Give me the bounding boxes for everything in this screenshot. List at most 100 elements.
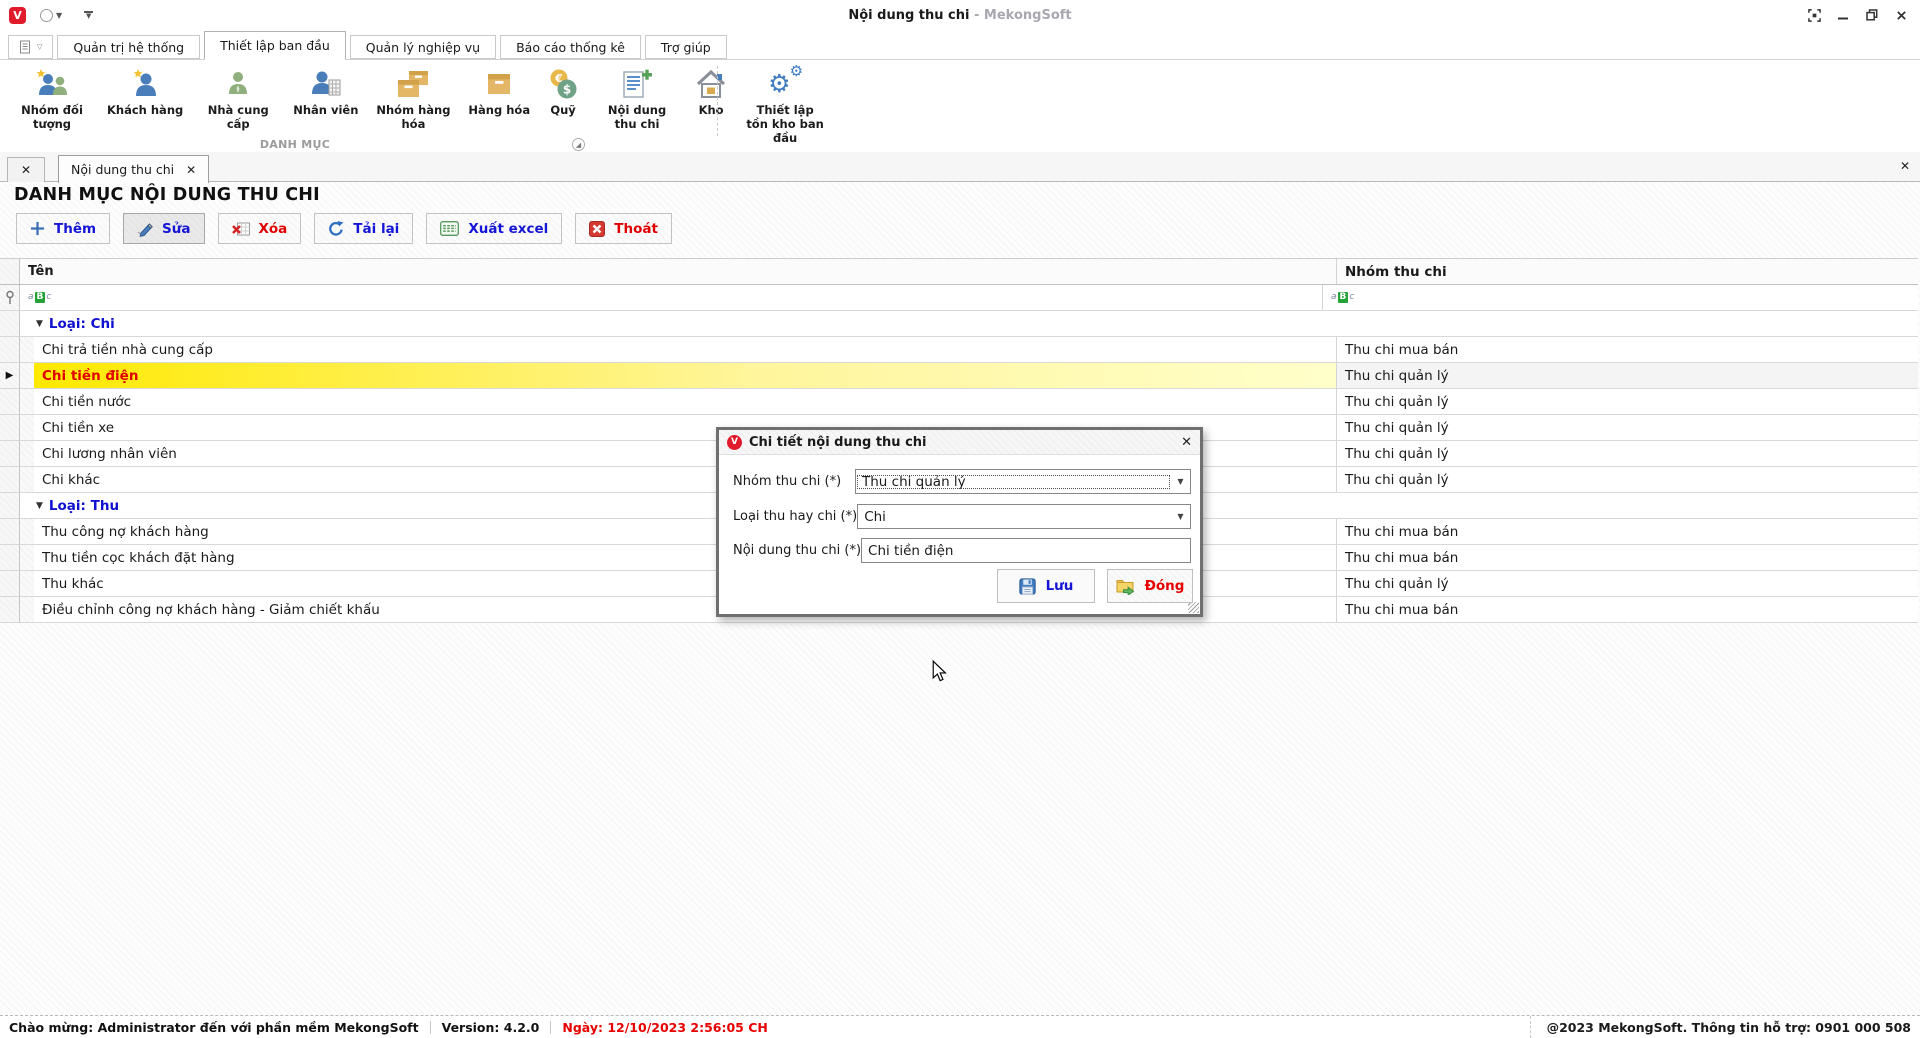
row-indicator: ▶: [0, 363, 20, 388]
column-header-nhom-thu-chi[interactable]: Nhóm thu chi: [1337, 259, 1918, 284]
row-indicator: [0, 493, 20, 518]
ribbon-item-coins[interactable]: € $ Quỹ: [537, 64, 589, 118]
group-row-label: Loại: Thu: [48, 497, 120, 514]
ribbon-item-label: Nhân viên: [293, 103, 359, 117]
dialog-close-icon[interactable]: ✕: [1181, 435, 1192, 450]
close-all-tabs-button[interactable]: ✕: [7, 157, 45, 182]
table-row[interactable]: ▶ Chi tiền điện Thu chi quản lý: [0, 363, 1918, 389]
toolbar-button-refresh[interactable]: Tải lại: [314, 213, 414, 244]
toolbar-button-label: Sửa: [162, 220, 191, 237]
table-row[interactable]: Chi tiền nước Thu chi quản lý: [0, 389, 1918, 415]
dialog-header[interactable]: V Chi tiết nội dung thu chi ✕: [719, 430, 1200, 455]
cell-nhom-thu-chi[interactable]: Thu chi quản lý: [1337, 389, 1918, 414]
tab-close-icon[interactable]: ✕: [186, 163, 196, 177]
ribbon-item-label: Nhóm đối tượng: [21, 103, 83, 131]
grid-filter-row: aBc aBc: [0, 285, 1918, 311]
status-welcome: Chào mừng: Administrator đến với phần mề…: [9, 1019, 419, 1035]
row-indicator: [0, 311, 20, 336]
status-support: @2023 MekongSoft. Thông tin hỗ trợ: 0901…: [1529, 1016, 1920, 1038]
quick-access-customize-icon[interactable]: ▼: [84, 11, 94, 20]
cell-nhom-thu-chi[interactable]: Thu chi quản lý: [1337, 441, 1918, 466]
toolbar-button-exit[interactable]: Thoát: [575, 213, 672, 244]
combo-field[interactable]: Thu chi quản lý ▼: [855, 469, 1191, 494]
toolbar-button-delete-table[interactable]: Xóa: [217, 213, 302, 244]
app-logo-icon: V: [9, 6, 26, 24]
ribbon-group-label: DANH MỤC: [259, 138, 331, 151]
tab-noi-dung-thu-chi[interactable]: Nội dung thu chi ✕: [58, 155, 210, 183]
minimize-icon[interactable]: [1836, 8, 1850, 22]
status-separator: [429, 1020, 431, 1034]
folder-go-icon: [1116, 578, 1135, 595]
ribbon-item-box[interactable]: Hàng hóa: [461, 64, 537, 118]
status-bar: Chào mừng: Administrator đến với phần mề…: [0, 1015, 1920, 1038]
ribbon-panel: Nhóm đối tượng Khách hàng Nhà cung cấp Nhân…: [0, 60, 1920, 152]
cell-ten[interactable]: Chi tiền điện: [34, 363, 1337, 388]
cell-ten[interactable]: Chi tiền nước: [34, 389, 1337, 414]
text-field[interactable]: Chi tiền điện: [861, 538, 1191, 563]
combo-dropdown-icon[interactable]: ▼: [1171, 505, 1190, 528]
auto-filter-icon: aBc: [1331, 292, 1355, 303]
field-label: Nhóm thu chi (*): [733, 474, 842, 489]
ribbon-item-boxes[interactable]: Nhóm hàng hóa: [365, 64, 461, 132]
close-icon[interactable]: [1894, 8, 1908, 22]
ribbon-tab[interactable]: Quản trị hệ thống: [57, 35, 201, 59]
group-indent: [20, 337, 34, 362]
ribbon-item-house[interactable]: Kho: [685, 64, 737, 118]
combo-dropdown-icon[interactable]: ▼: [1171, 470, 1190, 493]
dialog-resize-grip[interactable]: [1188, 602, 1199, 613]
ribbon-group-collapse-icon[interactable]: ◢: [572, 138, 585, 151]
group-indent: [20, 363, 34, 388]
field-label: Loại thu hay chi (*): [733, 509, 858, 524]
combo-field[interactable]: Chi ▼: [857, 504, 1191, 529]
ribbon-item-person-star[interactable]: Khách hàng: [100, 64, 190, 118]
ribbon-tab[interactable]: Thiết lập ban đầu: [204, 31, 346, 60]
window-controls: [1807, 0, 1908, 30]
group-row[interactable]: ▼ Loại: Chi: [0, 311, 1918, 337]
table-row[interactable]: Chi trả tiền nhà cung cấp Thu chi mua bán: [0, 337, 1918, 363]
filter-cell-nhom[interactable]: aBc: [1323, 285, 1918, 310]
cell-nhom-thu-chi[interactable]: Thu chi mua bán: [1337, 597, 1918, 622]
dialog-button-label: Lưu: [1045, 578, 1074, 594]
cell-nhom-thu-chi[interactable]: Thu chi quản lý: [1337, 363, 1918, 388]
cell-nhom-thu-chi[interactable]: Thu chi mua bán: [1337, 519, 1918, 544]
row-indicator: [0, 597, 20, 622]
cell-nhom-thu-chi[interactable]: Thu chi quản lý: [1337, 571, 1918, 596]
cell-nhom-thu-chi[interactable]: Thu chi quản lý: [1337, 467, 1918, 492]
ribbon-item-people-group[interactable]: Nhóm đối tượng: [4, 64, 100, 132]
person-doc-icon: [309, 68, 343, 100]
cell-nhom-thu-chi[interactable]: Thu chi mua bán: [1337, 337, 1918, 362]
row-indicator: [0, 467, 20, 492]
cell-nhom-thu-chi[interactable]: Thu chi quản lý: [1337, 415, 1918, 440]
group-indent: [20, 597, 34, 622]
cell-nhom-thu-chi[interactable]: Thu chi mua bán: [1337, 545, 1918, 570]
ribbon-item-label: Hàng hóa: [468, 103, 531, 117]
ribbon-item-gears[interactable]: ⚙ ⚙ Thiết lập tồn kho ban đầu: [737, 63, 833, 145]
filter-cell-ten[interactable]: aBc: [20, 285, 1323, 310]
save-button[interactable]: Lưu: [997, 569, 1095, 603]
strip-close-icon[interactable]: ✕: [1900, 159, 1910, 173]
restore-icon[interactable]: [1865, 8, 1879, 22]
exit-icon: [589, 220, 606, 237]
delete-table-icon: [231, 221, 250, 237]
detail-dialog: V Chi tiết nội dung thu chi ✕ Nhóm thu c…: [716, 427, 1203, 617]
toolbar-button-excel[interactable]: Xuất excel: [426, 213, 563, 244]
toolbar-button-plus[interactable]: Thêm: [16, 213, 111, 244]
ribbon-item-person-green[interactable]: Nhà cung cấp: [190, 64, 286, 132]
collapse-arrow-icon[interactable]: ▼: [36, 501, 43, 511]
collapse-arrow-icon[interactable]: ▼: [36, 319, 43, 329]
ribbon-item-person-doc[interactable]: Nhân viên: [286, 64, 365, 118]
app-menu-icon: [20, 40, 30, 54]
chevron-down-icon[interactable]: ▼: [56, 11, 62, 20]
cell-ten[interactable]: Chi trả tiền nhà cung cấp: [34, 337, 1337, 362]
ribbon-tab[interactable]: Quản lý nghiệp vụ: [349, 35, 497, 59]
toolbar-button-pencil[interactable]: Sửa: [123, 213, 205, 244]
quick-access-circle-icon[interactable]: [40, 8, 53, 22]
ribbon-tab[interactable]: Trợ giúp: [644, 35, 727, 59]
dialog-title: Chi tiết nội dung thu chi: [749, 434, 927, 450]
app-menu-tab[interactable]: ▽: [8, 35, 54, 59]
column-header-ten[interactable]: Tên: [20, 259, 1337, 284]
ribbon-tab[interactable]: Báo cáo thống kê: [500, 35, 641, 59]
ribbon-item-doc-plus[interactable]: Nội dung thu chi: [589, 64, 685, 132]
close-button[interactable]: Đóng: [1107, 569, 1193, 603]
fullscreen-icon[interactable]: [1807, 8, 1821, 22]
